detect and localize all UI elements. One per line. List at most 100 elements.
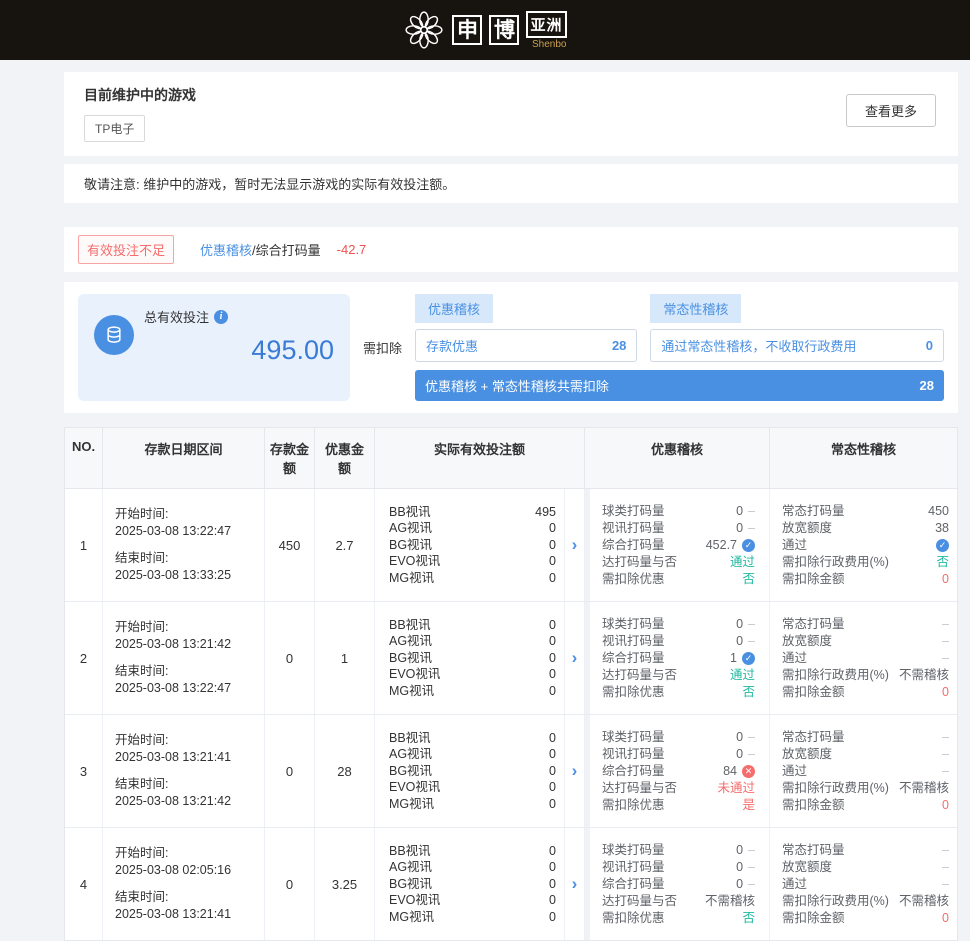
tab-normal-audit[interactable]: 常态性稽核 xyxy=(650,294,741,323)
audit-item-label: 需扣除行政费用(%) xyxy=(782,667,889,684)
coins-icon xyxy=(94,315,134,355)
dash-mark: – xyxy=(748,633,755,650)
audit-item-value: 未通过 xyxy=(717,780,755,797)
promo-audit-cell: 球类打码量0–视讯打码量0–综合打码量452.7✓达打码量与否通过需扣除优惠否 xyxy=(585,489,770,601)
game-bet-amount: 0 xyxy=(549,537,556,554)
expand-chevron-icon[interactable]: › xyxy=(565,828,585,940)
site-logo[interactable]: 申 博 亚洲 Shenbo xyxy=(403,9,566,51)
game-bet-amount: 0 xyxy=(549,617,556,634)
game-name: BB视讯 xyxy=(389,617,431,634)
check-icon: ✓ xyxy=(742,652,755,665)
table-header-row: NO. 存款日期区间 存款金额 优惠金额 实际有效投注额 优惠稽核 常态性稽核 xyxy=(65,428,957,489)
logo-char-bo: 博 xyxy=(489,15,519,45)
dash-mark: – xyxy=(942,859,949,876)
info-icon[interactable]: i xyxy=(214,310,228,324)
total-valid-bet-value: 495.00 xyxy=(144,335,334,366)
audit-item-value: 通过 xyxy=(730,667,755,684)
dash-mark: – xyxy=(942,633,949,650)
game-bet-amount: 0 xyxy=(549,746,556,763)
audit-item-label: 综合打码量 xyxy=(602,650,665,667)
insufficient-bet-badge: 有效投注不足 xyxy=(78,235,174,264)
audit-table: NO. 存款日期区间 存款金额 优惠金额 实际有效投注额 优惠稽核 常态性稽核 … xyxy=(64,427,958,941)
dash-mark: – xyxy=(748,842,755,859)
start-time-value: 2025-03-08 13:21:41 xyxy=(115,749,256,766)
tab-promo-audit[interactable]: 优惠稽核 xyxy=(415,294,493,323)
audit-item-label: 需扣除金额 xyxy=(782,797,845,814)
status-value: -42.7 xyxy=(337,242,367,257)
audit-item-label: 需扣除优惠 xyxy=(602,910,665,927)
bonus-amount: 2.7 xyxy=(315,489,375,601)
promo-audit-cell: 球类打码量0–视讯打码量0–综合打码量0–达打码量与否不需稽核需扣除优惠否 xyxy=(585,828,770,940)
game-name: MG视讯 xyxy=(389,683,434,700)
audit-area: 优惠稽核 存款优惠 28 常态性稽核 通过常态性稽核，不收取行政费用 0 优惠稽… xyxy=(415,294,944,401)
audit-item-value: 0 xyxy=(736,876,743,893)
deposit-date-range: 开始时间:2025-03-08 13:21:42结束时间:2025-03-08 … xyxy=(103,602,265,714)
total-deduct-label: 优惠稽核 + 常态性稽核共需扣除 xyxy=(425,376,609,395)
game-bet-amount: 0 xyxy=(549,779,556,796)
deposit-amount: 0 xyxy=(265,715,315,827)
game-name: EVO视讯 xyxy=(389,892,440,909)
promo-deduct-box: 存款优惠 28 xyxy=(415,329,637,362)
expand-chevron-icon[interactable]: › xyxy=(565,489,585,601)
audit-item-value: 通过 xyxy=(730,554,755,571)
maintenance-section: 目前维护中的游戏 TP电子 查看更多 xyxy=(64,72,958,156)
audit-item-label: 综合打码量 xyxy=(602,763,665,780)
audit-item-label: 视讯打码量 xyxy=(602,633,665,650)
audit-item-value: 0 xyxy=(736,859,743,876)
view-more-button[interactable]: 查看更多 xyxy=(846,94,936,127)
audit-item-label: 综合打码量 xyxy=(602,537,665,554)
game-name: EVO视讯 xyxy=(389,779,440,796)
promo-deduct-label: 存款优惠 xyxy=(426,336,478,355)
end-time-label: 结束时间: xyxy=(115,663,256,680)
start-time-label: 开始时间: xyxy=(115,619,256,636)
normal-audit-cell: 常态打码量–放宽额度–通过–需扣除行政费用(%)不需稽核需扣除金额0 xyxy=(770,828,957,940)
table-row: 3开始时间:2025-03-08 13:21:41结束时间:2025-03-08… xyxy=(65,715,957,828)
audit-item-value: 0 xyxy=(942,797,949,814)
status-suffix: /综合打码量 xyxy=(252,240,321,259)
maintenance-title: 目前维护中的游戏 xyxy=(84,85,938,105)
game-bet-amount: 0 xyxy=(549,859,556,876)
audit-item-label: 通过 xyxy=(782,650,807,667)
game-bet-amount: 0 xyxy=(549,570,556,587)
game-bet-amount: 0 xyxy=(549,520,556,537)
audit-item-label: 需扣除金额 xyxy=(782,684,845,701)
logo-subtitle: Shenbo xyxy=(532,39,566,50)
bonus-amount: 28 xyxy=(315,715,375,827)
maintenance-game-tag[interactable]: TP电子 xyxy=(84,115,145,142)
audit-item-value: 0 xyxy=(736,503,743,520)
dash-mark: – xyxy=(748,859,755,876)
col-header-valid-bets: 实际有效投注额 xyxy=(375,428,585,489)
expand-chevron-icon[interactable]: › xyxy=(565,602,585,714)
normal-audit-cell: 常态打码量–放宽额度–通过–需扣除行政费用(%)不需稽核需扣除金额0 xyxy=(770,602,957,714)
expand-chevron-icon[interactable]: › xyxy=(565,715,585,827)
audit-item-value: 38 xyxy=(935,520,949,537)
game-name: EVO视讯 xyxy=(389,553,440,570)
audit-item-value: 0 xyxy=(942,684,949,701)
audit-item-label: 需扣除行政费用(%) xyxy=(782,893,889,910)
game-name: BG视讯 xyxy=(389,876,432,893)
game-name: AG视讯 xyxy=(389,520,432,537)
valid-bets-cell: BB视讯0AG视讯0BG视讯0EVO视讯0MG视讯0 xyxy=(375,828,565,940)
audit-item-value: 0 xyxy=(736,842,743,859)
dash-mark: – xyxy=(942,763,949,780)
normal-deduct-value: 0 xyxy=(926,338,933,353)
dash-mark: – xyxy=(942,729,949,746)
row-number: 2 xyxy=(65,602,103,714)
total-valid-bet-card: 总有效投注 i 495.00 xyxy=(78,294,350,401)
deposit-amount: 0 xyxy=(265,602,315,714)
audit-item-label: 需扣除优惠 xyxy=(602,571,665,588)
start-time-value: 2025-03-08 13:22:47 xyxy=(115,523,256,540)
promo-audit-link[interactable]: 优惠稽核 xyxy=(200,240,252,259)
game-bet-amount: 0 xyxy=(549,892,556,909)
audit-item-value: 0 xyxy=(736,633,743,650)
audit-item-value: 不需稽核 xyxy=(899,893,949,910)
dash-mark: – xyxy=(942,746,949,763)
audit-item-label: 放宽额度 xyxy=(782,746,832,763)
dash-mark: – xyxy=(748,876,755,893)
game-bet-amount: 0 xyxy=(549,633,556,650)
table-row: 4开始时间:2025-03-08 02:05:16结束时间:2025-03-08… xyxy=(65,828,957,940)
logo-region: 亚洲 xyxy=(526,11,566,38)
col-header-promo-audit: 优惠稽核 xyxy=(585,428,770,489)
start-time-label: 开始时间: xyxy=(115,506,256,523)
end-time-label: 结束时间: xyxy=(115,550,256,567)
